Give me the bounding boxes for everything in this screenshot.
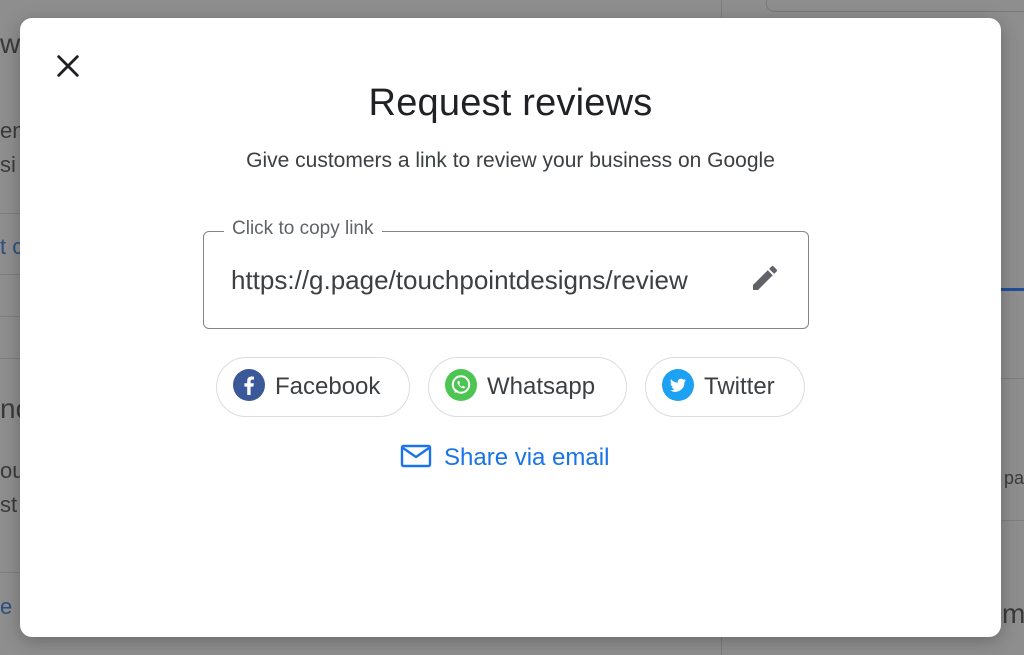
share-via-email-link[interactable]: Share via email: [400, 441, 609, 475]
request-reviews-dialog: Request reviews Give customers a link to…: [20, 18, 1001, 637]
background-card: [766, 0, 1024, 12]
background-divider: [1000, 520, 1024, 521]
twitter-icon: [662, 368, 694, 406]
review-link-value[interactable]: https://g.page/touchpointdesigns/review: [231, 265, 725, 296]
background-tab-indicator: [1000, 288, 1024, 291]
facebook-icon: [233, 368, 265, 406]
background-text: st: [0, 492, 18, 517]
pencil-icon: [749, 262, 781, 299]
close-button[interactable]: [50, 50, 86, 86]
background-heading: ma: [1002, 598, 1024, 629]
share-twitter-button[interactable]: Twitter: [645, 357, 805, 417]
review-link-field[interactable]: Click to copy link https://g.page/touchp…: [203, 218, 809, 329]
link-field-label: Click to copy link: [224, 218, 382, 240]
share-whatsapp-button[interactable]: Whatsapp: [428, 357, 627, 417]
edit-link-button[interactable]: [747, 262, 783, 298]
background-text: w: [0, 28, 21, 59]
close-icon: [54, 52, 82, 85]
background-text: si: [0, 152, 16, 177]
dialog-subtitle: Give customers a link to review your bus…: [246, 149, 775, 172]
share-facebook-button[interactable]: Facebook: [216, 357, 410, 417]
share-via-email-label: Share via email: [444, 444, 610, 471]
share-whatsapp-label: Whatsapp: [487, 373, 596, 400]
share-facebook-label: Facebook: [275, 373, 381, 400]
dialog-title: Request reviews: [368, 82, 653, 124]
share-twitter-label: Twitter: [704, 373, 775, 400]
background-divider: [1000, 378, 1024, 379]
mail-icon: [400, 443, 432, 474]
background-link: e: [0, 594, 13, 619]
whatsapp-icon: [445, 368, 477, 406]
background-text: pa: [1004, 468, 1024, 488]
